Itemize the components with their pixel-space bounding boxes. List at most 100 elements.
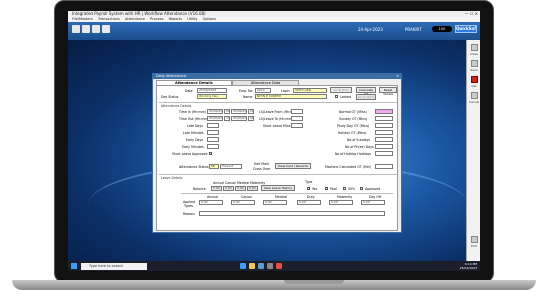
date-label: Date bbox=[185, 89, 193, 93]
time-in-date-field[interactable]: 25/04/2023 bbox=[207, 109, 223, 114]
yes-radio[interactable] bbox=[307, 187, 310, 190]
applied-annual-field[interactable]: 0.00 bbox=[199, 200, 223, 205]
menu-item-options[interactable]: Options bbox=[203, 17, 217, 21]
late-days-field[interactable] bbox=[207, 123, 219, 128]
sidebar-close[interactable]: Close bbox=[469, 44, 479, 56]
reason-field[interactable] bbox=[199, 211, 385, 216]
print-icon[interactable] bbox=[92, 25, 100, 33]
short-leave-approved-label: Short Leave Approved bbox=[172, 152, 208, 156]
divider bbox=[181, 193, 393, 194]
applied-header-maternity: Maternity bbox=[337, 195, 353, 199]
no-sundays-label: No of Sundays bbox=[347, 138, 371, 142]
applied-medical-field[interactable]: 0.00 bbox=[263, 200, 287, 205]
menu-item-reports[interactable]: Reports bbox=[169, 17, 182, 21]
close-icon[interactable]: ✕ bbox=[396, 74, 399, 79]
machine-ot-field[interactable] bbox=[375, 164, 393, 169]
menu-item-utility[interactable]: Utility bbox=[187, 17, 197, 21]
time-out-min-field[interactable]: 00 bbox=[248, 116, 254, 121]
calculate-ot-button[interactable]: Calculate OT bbox=[356, 87, 376, 96]
store-icon[interactable] bbox=[267, 263, 273, 269]
time-out-date2-field[interactable]: 25/04/2023 bbox=[231, 116, 247, 121]
day-status-label: Day Status bbox=[161, 95, 179, 99]
current-user: PRAKRIT bbox=[405, 27, 422, 32]
phol-ot-field[interactable] bbox=[375, 123, 393, 128]
exit-icon bbox=[470, 236, 478, 243]
balance-maternity: 0.00 bbox=[247, 186, 258, 191]
mail-icon[interactable] bbox=[258, 263, 264, 269]
name-field[interactable]: NITIN P SURESH bbox=[255, 94, 327, 99]
late-days-label: Late Days bbox=[187, 124, 203, 128]
sidebar-delete[interactable]: Del bbox=[469, 76, 479, 88]
time-in-label: Time In (Hh:mm) bbox=[179, 110, 206, 114]
attendance-window: Daily Attendance ✕ Attendance Details At… bbox=[152, 73, 402, 233]
login-field[interactable]: SHIFT-GEN bbox=[293, 88, 327, 93]
no-holidays-field[interactable] bbox=[375, 151, 393, 156]
date-field[interactable]: 25/04/2023 bbox=[197, 88, 227, 93]
short-leave-approved-checkbox[interactable] bbox=[209, 152, 212, 155]
emp-no-field[interactable]: 0019 bbox=[255, 88, 271, 93]
calendar-icon[interactable] bbox=[102, 25, 110, 33]
taskbar-clock[interactable]: 6:14 PM 25/04/2023 bbox=[460, 262, 477, 270]
sunday-ot-field[interactable] bbox=[375, 116, 393, 121]
edge-icon[interactable] bbox=[240, 263, 246, 269]
applied-duty-field[interactable]: 0.00 bbox=[297, 200, 321, 205]
machine-ot-label: Machine Calculated OT (Min) bbox=[325, 165, 371, 169]
name-label: Name bbox=[243, 95, 253, 99]
details-panel: Date 25/04/2023 Emp. No 0019 Login SHIFT… bbox=[156, 85, 398, 231]
go-to-next-button[interactable]: Go To Next bbox=[356, 94, 376, 100]
reset-values-button[interactable]: Reset Values bbox=[379, 87, 397, 96]
new-icon[interactable] bbox=[72, 25, 80, 33]
half-radio[interactable] bbox=[343, 187, 346, 190]
view-leave-history-button[interactable]: View Leave History bbox=[261, 185, 295, 191]
view-card-records-button[interactable]: View Card / Records bbox=[275, 163, 311, 169]
holiday-ot-field[interactable] bbox=[375, 130, 393, 135]
day-status-field[interactable]: Working Day bbox=[197, 94, 227, 99]
folder-icon[interactable] bbox=[249, 263, 255, 269]
menu-item-attendance[interactable]: Attendance bbox=[125, 17, 145, 21]
sunday-ot-label: Sunday OT (Mins) bbox=[339, 117, 368, 121]
locked-checkbox[interactable] bbox=[335, 95, 338, 98]
menu-item-process[interactable]: Process bbox=[150, 17, 163, 21]
time-out-date-field[interactable]: 25/04/2023 bbox=[207, 116, 223, 121]
reason-label: Reason bbox=[183, 212, 195, 216]
app-icon[interactable] bbox=[276, 263, 282, 269]
normal-ot-field[interactable] bbox=[375, 109, 393, 114]
no-sundays-field[interactable] bbox=[375, 137, 393, 142]
time-in-hour-field[interactable]: 09 bbox=[224, 109, 230, 114]
phol-ot-label: Phaly Day OT (Mins) bbox=[337, 124, 370, 128]
sidebar-exit[interactable]: Exit bbox=[469, 236, 479, 248]
balance-label: Balance bbox=[193, 187, 206, 191]
half-day-label: Half Mark bbox=[254, 162, 270, 166]
open-icon[interactable] bbox=[82, 25, 90, 33]
time-out-hour-field[interactable]: 18 bbox=[224, 116, 230, 121]
emp-no-label: Emp. No bbox=[239, 89, 253, 93]
paid-radio[interactable] bbox=[325, 187, 328, 190]
early-minutes-field[interactable] bbox=[207, 144, 219, 149]
short-leave-mins-field[interactable] bbox=[291, 123, 303, 128]
laptop-frame: Integrated Payroll System with HR | Work… bbox=[12, 0, 536, 290]
go-to-prev-button[interactable]: Go To Prev bbox=[330, 87, 352, 93]
late-minutes-field[interactable] bbox=[207, 130, 219, 135]
no-phol-field[interactable] bbox=[375, 144, 393, 149]
leave-from-field[interactable] bbox=[291, 109, 303, 114]
taskbar-search-input[interactable]: Type here to search bbox=[81, 262, 147, 270]
applied-casual-field[interactable]: 0.00 bbox=[231, 200, 255, 205]
attendance-status-code-field[interactable]: PR bbox=[209, 164, 219, 169]
menu-item-file[interactable]: File/Masters bbox=[72, 17, 93, 21]
attendance-status-field[interactable]: Present bbox=[220, 164, 242, 169]
sidebar-cancel[interactable]: Cancel bbox=[469, 92, 479, 104]
approved-checkbox[interactable] bbox=[360, 187, 363, 190]
time-in-date2-field[interactable]: 25/04/2023 bbox=[231, 109, 247, 114]
windows-start-icon[interactable] bbox=[71, 263, 77, 269]
locked-label: Locked bbox=[340, 95, 352, 99]
applied-maternity-field[interactable]: 0.00 bbox=[329, 200, 353, 205]
paid-label: Paid bbox=[330, 187, 337, 191]
time-in-min-field[interactable]: 00 bbox=[248, 109, 254, 114]
menu-item-transactions[interactable]: Transactions bbox=[98, 17, 120, 21]
applied-header-medical: Medical bbox=[275, 195, 288, 199]
sidebar-save[interactable]: Save bbox=[469, 60, 479, 72]
app-title: Integrated Payroll System with HR | Work… bbox=[72, 11, 206, 16]
applied-dayoff-field[interactable]: 0.00 bbox=[361, 200, 385, 205]
early-days-field[interactable] bbox=[207, 137, 219, 142]
leave-to-field[interactable] bbox=[291, 116, 303, 121]
